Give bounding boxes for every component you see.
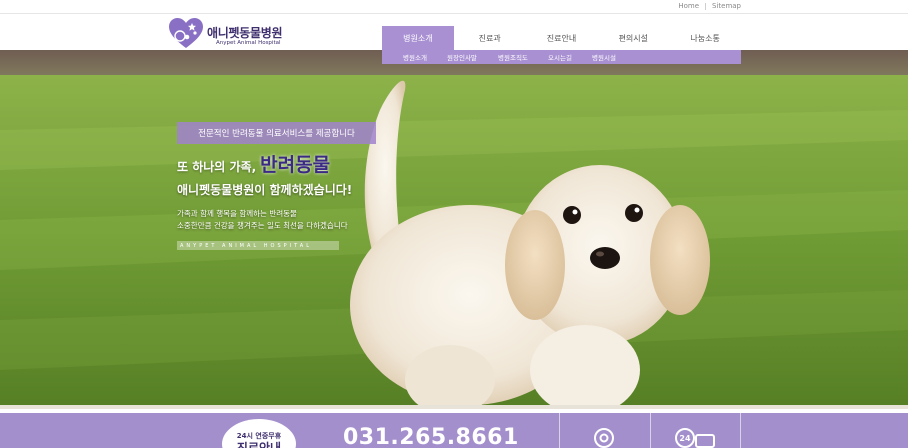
subnav-item-about[interactable]: 병원소개 <box>403 52 427 62</box>
hero-english-tagline: ANYPET ANIMAL HOSPITAL <box>177 241 339 250</box>
gnb-item-departments[interactable]: 진료과 <box>454 26 526 50</box>
hero-headline-part2: 반려동물 <box>260 154 331 176</box>
top-links-divider <box>705 2 706 10</box>
heart-paw-logo-icon <box>169 18 203 48</box>
subnav-item-directions[interactable]: 오시는길 <box>548 52 572 62</box>
hero-headline-part1: 또 하나의 가족, <box>177 160 257 174</box>
top-utility-bar: Home Sitemap <box>0 0 908 14</box>
sub-navigation: 병원소개 원장인사말 병원조직도 오시는길 병원시설 <box>382 50 741 64</box>
badge-info-text: 진료안내 <box>236 441 282 448</box>
hero-description-line2: 소중한만큼 건강을 챙겨주는 일도 최선을 다하겠습니다 <box>177 221 348 230</box>
target-icon[interactable] <box>593 427 615 448</box>
subnav-item-greeting[interactable]: 원장인사말 <box>447 52 477 62</box>
hero-description-line1: 가족과 함께 행복을 함께하는 반려동물 <box>177 209 297 218</box>
24-hour-car-icon[interactable]: 24 <box>674 427 718 448</box>
gnb-item-facilities[interactable]: 편의시설 <box>597 26 669 50</box>
main-navigation: 병원소개 진료과 진료안내 편의시설 나눔소통 <box>382 26 741 50</box>
home-link[interactable]: Home <box>678 2 699 10</box>
subnav-item-facilities[interactable]: 병원시설 <box>592 52 616 62</box>
gnb-item-treatment-info[interactable]: 진료안내 <box>526 26 598 50</box>
sitemap-link[interactable]: Sitemap <box>712 2 741 10</box>
footer-divider <box>559 413 560 448</box>
footer-divider <box>650 413 651 448</box>
footer-divider <box>740 413 741 448</box>
hero-headline-line1: 또 하나의 가족, 반려동물 <box>177 150 330 177</box>
subnav-item-organization[interactable]: 병원조직도 <box>498 52 528 62</box>
footer-info-band: 24시 연중무휴 진료안내 031.265.8661 24 <box>0 409 908 448</box>
svg-text:24: 24 <box>679 434 691 443</box>
header: 애니펫동물병원 Anypet Animal Hospital 병원소개 진료과 … <box>0 14 908 50</box>
logo-english-text: Anypet Animal Hospital <box>216 40 281 46</box>
footer-phone-number: 031.265.8661 <box>343 425 519 448</box>
hero-banner: 전문적인 반려동물 의료서비스를 제공합니다 또 하나의 가족, 반려동물 애니펫… <box>0 50 908 409</box>
gnb-item-about[interactable]: 병원소개 <box>382 26 454 50</box>
logo-korean-text: 애니펫동물병원 <box>207 26 283 40</box>
hero-slogan-box: 전문적인 반려동물 의료서비스를 제공합니다 <box>177 122 376 144</box>
gnb-item-community[interactable]: 나눔소통 <box>669 26 741 50</box>
hero-headline-line2: 애니펫동물병원이 함께하겠습니다! <box>177 183 353 197</box>
hero-puppy-image <box>0 50 908 409</box>
site-logo[interactable]: 애니펫동물병원 Anypet Animal Hospital <box>168 17 293 49</box>
top-links: Home Sitemap <box>678 2 741 10</box>
